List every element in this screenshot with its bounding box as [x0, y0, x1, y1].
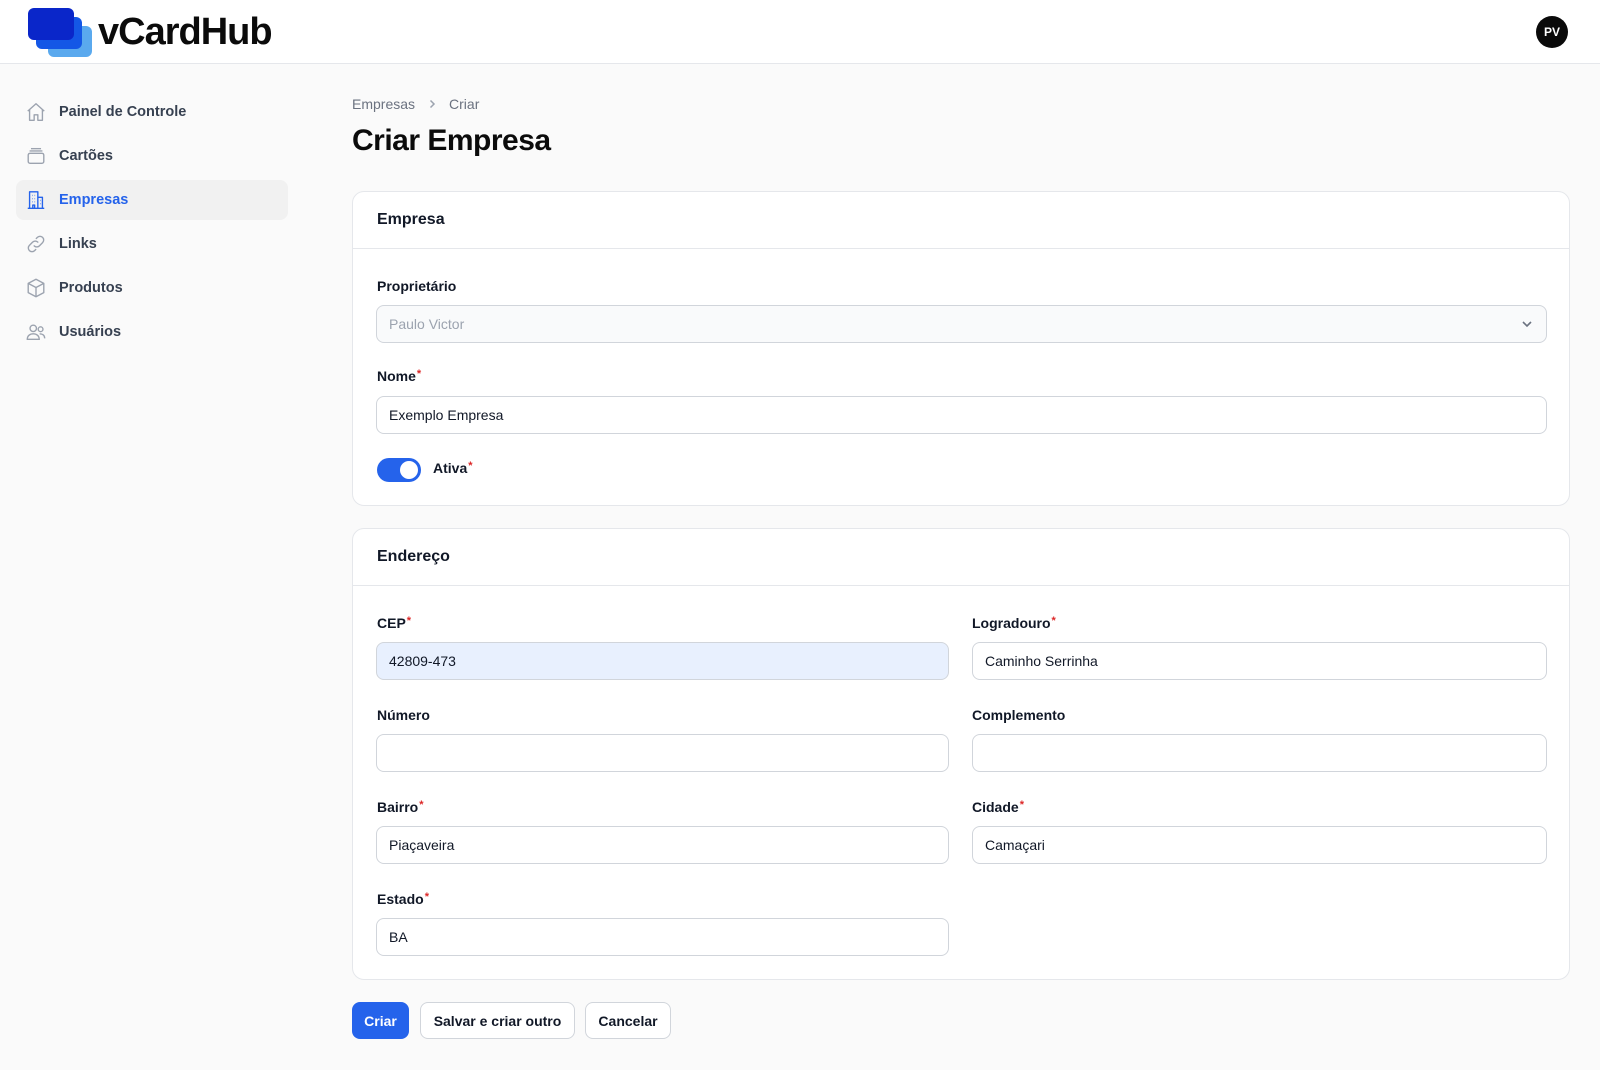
empresa-section: Empresa Proprietário Paulo Victor Nome* … [352, 191, 1570, 506]
name-label: Nome* [377, 368, 422, 384]
required-mark: * [1019, 799, 1024, 811]
required-mark: * [1051, 615, 1056, 627]
required-mark: * [416, 368, 422, 380]
required-mark: * [468, 460, 473, 472]
page-title: Criar Empresa [352, 124, 551, 157]
required-mark: * [406, 615, 412, 627]
sidebar-item-painel[interactable]: Painel de Controle [16, 92, 288, 132]
complemento-input[interactable] [972, 734, 1547, 772]
cep-input[interactable]: 42809-473 [376, 642, 949, 680]
section-title: Endereço [353, 529, 1569, 586]
link-icon [24, 232, 48, 256]
name-input[interactable]: Exemplo Empresa [376, 396, 1547, 434]
numero-input[interactable] [376, 734, 949, 772]
endereco-section: Endereço CEP* 42809-473 Logradouro* Cami… [352, 528, 1570, 980]
logradouro-value: Caminho Serrinha [985, 653, 1098, 669]
breadcrumb-parent[interactable]: Empresas [352, 96, 415, 112]
chevron-right-icon [427, 99, 437, 109]
create-button[interactable]: Criar [352, 1002, 409, 1039]
logradouro-label: Logradouro* [972, 615, 1056, 631]
cards-icon [24, 144, 48, 168]
chevron-down-icon [1520, 317, 1534, 334]
active-toggle[interactable] [377, 458, 421, 482]
sidebar-item-empresas[interactable]: Empresas [16, 180, 288, 220]
sidebar-item-label: Painel de Controle [59, 104, 187, 120]
breadcrumb-current: Criar [449, 96, 480, 112]
cep-label: CEP* [377, 615, 412, 631]
sidebar-item-label: Usuários [59, 324, 122, 340]
cube-icon [24, 276, 48, 300]
sidebar-item-label: Empresas [59, 192, 129, 208]
home-icon [24, 100, 48, 124]
user-avatar[interactable]: PV [1536, 16, 1568, 48]
sidebar: Painel de Controle Cartões Empresas Link… [16, 92, 288, 356]
save-and-create-another-button[interactable]: Salvar e criar outro [420, 1002, 575, 1039]
sidebar-item-label: Cartões [59, 148, 113, 164]
required-mark: * [424, 891, 429, 903]
section-title: Empresa [353, 192, 1569, 249]
estado-input[interactable]: BA [376, 918, 949, 956]
app-logo[interactable]: vCardHub [26, 6, 273, 58]
cidade-input[interactable]: Camaçari [972, 826, 1547, 864]
bairro-label: Bairro* [377, 799, 424, 815]
toggle-knob [400, 461, 418, 479]
cep-value: 42809-473 [389, 653, 456, 669]
users-icon [24, 320, 48, 344]
top-bar: vCardHub PV [0, 0, 1600, 64]
logo-mark-icon [26, 6, 92, 58]
sidebar-item-label: Links [59, 236, 97, 252]
building-icon [24, 188, 48, 212]
breadcrumb: Empresas Criar [352, 96, 479, 112]
sidebar-item-label: Produtos [59, 280, 123, 296]
sidebar-item-links[interactable]: Links [16, 224, 288, 264]
estado-label: Estado* [377, 891, 429, 907]
active-label: Ativa* [433, 460, 473, 476]
sidebar-item-cartoes[interactable]: Cartões [16, 136, 288, 176]
cancel-button[interactable]: Cancelar [585, 1002, 671, 1039]
cidade-value: Camaçari [985, 837, 1045, 853]
required-mark: * [419, 799, 424, 811]
cidade-label: Cidade* [972, 799, 1024, 815]
bairro-value: Piaçaveira [389, 837, 455, 853]
owner-select[interactable]: Paulo Victor [376, 305, 1547, 343]
numero-label: Número [377, 707, 430, 723]
estado-value: BA [389, 929, 408, 945]
app-name: vCardHub [98, 10, 273, 53]
name-value: Exemplo Empresa [389, 407, 504, 423]
bairro-input[interactable]: Piaçaveira [376, 826, 949, 864]
logradouro-input[interactable]: Caminho Serrinha [972, 642, 1547, 680]
owner-label: Proprietário [377, 278, 457, 294]
sidebar-item-produtos[interactable]: Produtos [16, 268, 288, 308]
complemento-label: Complemento [972, 707, 1066, 723]
sidebar-item-usuarios[interactable]: Usuários [16, 312, 288, 352]
owner-value: Paulo Victor [389, 316, 465, 332]
